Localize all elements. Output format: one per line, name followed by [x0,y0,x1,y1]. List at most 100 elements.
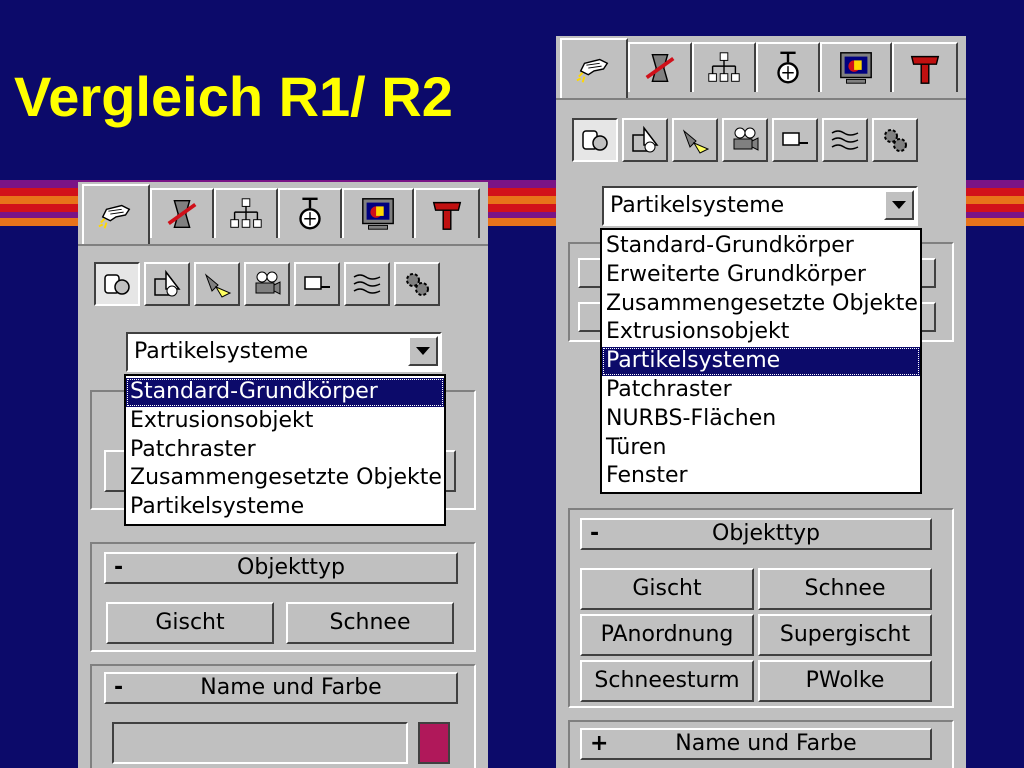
geometry-icon [582,130,608,151]
combo-dropdown-button[interactable] [408,336,438,366]
tab-utilities[interactable] [414,188,480,238]
pwolke-button[interactable]: PWolke [758,660,932,702]
collapse-icon: - [114,675,124,700]
rollout-title: Objekttyp [712,521,820,546]
utilities-hammer-icon [910,55,940,84]
category-buttons [94,262,440,306]
space-warps-icon [831,130,859,150]
dropdown-option[interactable]: Patchraster [602,376,920,405]
supergischt-button[interactable]: Supergischt [758,614,932,656]
systems-button[interactable] [394,262,440,306]
create-hand-icon [98,204,131,229]
category-combo[interactable]: Partikelsysteme [602,186,918,226]
tab-hierarchy[interactable] [214,188,278,238]
tab-motion[interactable] [278,188,342,238]
objekttyp-header[interactable]: - Objekttyp [104,552,458,584]
cameras-icon [733,127,759,151]
tab-modify[interactable] [628,42,692,92]
dropdown-option[interactable]: Erweiterte Grundkörper [602,261,920,290]
left-command-panel: Partikelsysteme Standard-Grundkörper Ext… [78,182,488,768]
lights-icon [204,273,232,298]
objekttyp-rollout: - Objekttyp Gischt Schnee PAnordnung Sup… [568,508,954,708]
tab-utilities[interactable] [892,42,958,92]
right-command-panel: Partikelsysteme Standard-Grundkörper Erw… [556,36,966,768]
shapes-button[interactable] [144,262,190,306]
category-buttons [572,118,918,162]
create-hand-icon [576,58,609,83]
objekttyp-rollout: - Objekttyp Gischt Schnee [90,542,476,652]
category-dropdown-list: Standard-Grundkörper Extrusionsobjekt Pa… [124,374,446,526]
dropdown-option[interactable]: Standard-Grundkörper [602,232,920,261]
tab-create[interactable] [82,184,150,244]
rollout-title: Name und Farbe [675,731,857,756]
helpers-icon [782,132,808,146]
lights-button[interactable] [672,118,718,162]
space-warps-icon [353,274,381,294]
dropdown-option[interactable]: Zusammengesetzte Objekte [602,290,920,319]
command-tabs [556,36,966,100]
motion-icon [777,51,799,84]
category-combo[interactable]: Partikelsysteme [126,332,442,372]
tab-display[interactable] [342,188,414,238]
shapes-button[interactable] [622,118,668,162]
geometry-icon [104,274,130,295]
dropdown-option[interactable]: Extrusionsobjekt [602,318,920,347]
gischt-button[interactable]: Gischt [580,568,754,610]
tab-modify[interactable] [150,188,214,238]
systems-button[interactable] [872,118,918,162]
rollout-title: Objekttyp [237,555,345,580]
combo-value: Partikelsysteme [610,193,785,218]
tab-hierarchy[interactable] [692,42,756,92]
dropdown-option[interactable]: Zusammengesetzte Objekte [126,464,444,493]
dropdown-option[interactable]: Extrusionsobjekt [126,407,444,436]
tab-motion[interactable] [756,42,820,92]
dropdown-option[interactable]: Patchraster [126,436,444,465]
cameras-icon [255,271,281,295]
dropdown-option[interactable]: Partikelsysteme [602,347,920,376]
name-und-farbe-header[interactable]: + Name und Farbe [580,728,932,760]
gischt-button[interactable]: Gischt [106,602,274,644]
helpers-icon [304,276,330,290]
space-warps-button[interactable] [344,262,390,306]
shapes-icon [154,269,181,297]
modify-icon [167,199,197,229]
display-icon [840,52,872,84]
helpers-button[interactable] [294,262,340,306]
name-und-farbe-header[interactable]: - Name und Farbe [104,672,458,704]
dropdown-option[interactable]: NURBS-Flächen [602,405,920,434]
shapes-icon [632,125,659,153]
tab-create[interactable] [560,38,628,98]
dropdown-option[interactable]: Türen [602,434,920,463]
space-warps-button[interactable] [822,118,868,162]
combo-value: Partikelsysteme [134,339,309,364]
modify-icon [645,53,675,83]
category-dropdown-list: Standard-Grundkörper Erweiterte Grundkör… [600,228,922,494]
combo-dropdown-button[interactable] [884,190,914,220]
chevron-down-icon [416,347,430,355]
schnee-button[interactable]: Schnee [286,602,454,644]
object-name-input[interactable] [112,722,408,764]
cameras-button[interactable] [244,262,290,306]
systems-icon [884,129,907,152]
schnee-button[interactable]: Schnee [758,568,932,610]
lights-icon [682,129,710,154]
name-und-farbe-rollout: + Name und Farbe [568,720,954,768]
name-und-farbe-rollout: - Name und Farbe [90,664,476,768]
chevron-down-icon [892,201,906,209]
helpers-button[interactable] [772,118,818,162]
cameras-button[interactable] [722,118,768,162]
panordnung-button[interactable]: PAnordnung [580,614,754,656]
dropdown-option[interactable]: Partikelsysteme [126,493,444,522]
dropdown-option[interactable]: Fenster [602,462,920,491]
lights-button[interactable] [194,262,240,306]
schneesturm-button[interactable]: Schneesturm [580,660,754,702]
collapse-icon: - [114,555,124,580]
objekttyp-header[interactable]: - Objekttyp [580,518,932,550]
geometry-button[interactable] [572,118,618,162]
hierarchy-icon [230,198,262,228]
object-color-swatch[interactable] [418,722,450,764]
geometry-button[interactable] [94,262,140,306]
tab-display[interactable] [820,42,892,92]
dropdown-option[interactable]: Standard-Grundkörper [126,378,444,407]
systems-icon [406,273,429,296]
